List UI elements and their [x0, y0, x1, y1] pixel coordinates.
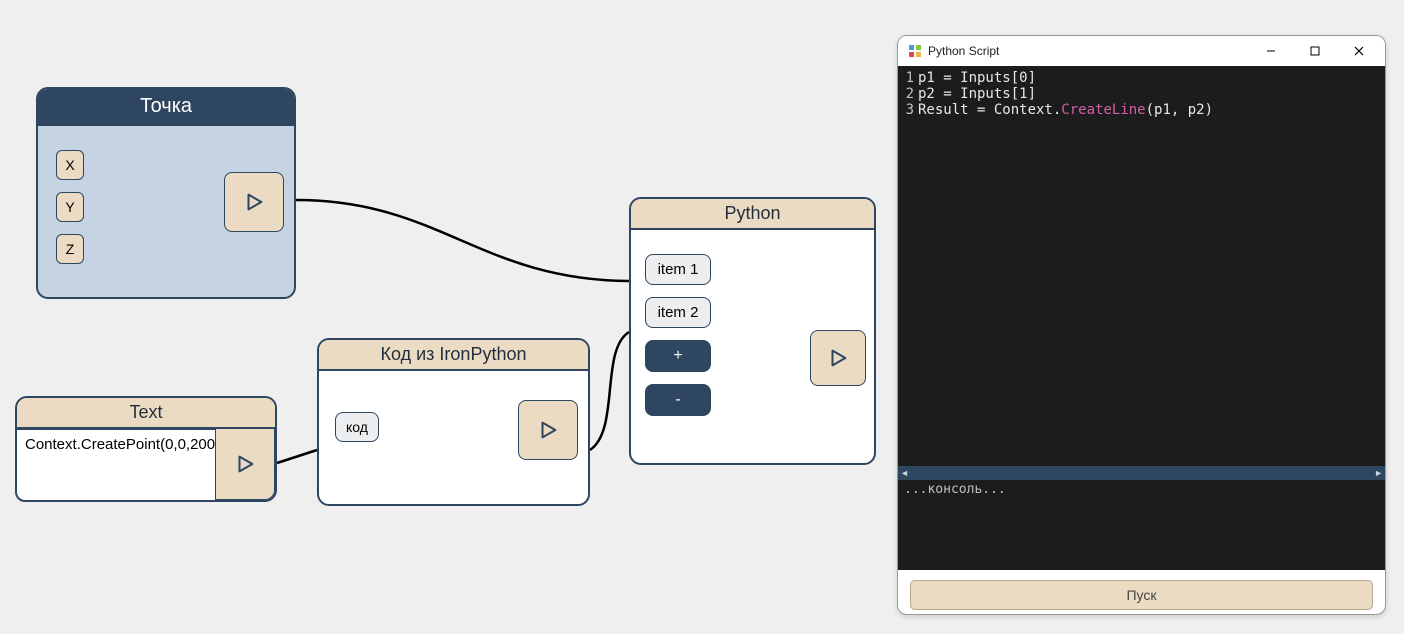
console-output[interactable]: ...консоль...: [898, 480, 1385, 570]
tochka-run-button[interactable]: [224, 172, 284, 232]
node-text[interactable]: Text Context.CreatePoint(0,0,200): [15, 396, 277, 502]
run-script-button[interactable]: Пуск: [910, 580, 1373, 610]
play-icon: [234, 453, 256, 475]
play-icon: [827, 347, 849, 369]
port-z[interactable]: Z: [56, 234, 84, 264]
node-tochka-title: Точка: [38, 89, 294, 126]
node-ironpython-title: Код из IronPython: [319, 340, 588, 371]
titlebar[interactable]: Python Script: [898, 36, 1385, 66]
minimize-button[interactable]: [1249, 36, 1293, 66]
python-item-2[interactable]: item 2: [645, 297, 711, 328]
horizontal-scrollbar[interactable]: ◄►: [898, 466, 1385, 480]
port-y[interactable]: Y: [56, 192, 84, 222]
code-editor[interactable]: 1p1 = Inputs[0] 2p2 = Inputs[1] 3Result …: [898, 66, 1385, 466]
text-run-button[interactable]: [215, 428, 275, 500]
node-python-title: Python: [631, 199, 874, 230]
minimize-icon: [1266, 46, 1276, 56]
line-number: 1: [898, 70, 918, 86]
play-icon: [537, 419, 559, 441]
maximize-icon: [1310, 46, 1320, 56]
app-icon: [908, 44, 922, 58]
node-text-title: Text: [17, 398, 275, 429]
text-value[interactable]: Context.CreatePoint(0,0,200): [15, 428, 217, 502]
code-chip[interactable]: код: [335, 412, 379, 442]
line-number: 3: [898, 102, 918, 118]
scroll-right-icon[interactable]: ►: [1374, 469, 1383, 478]
python-remove-button[interactable]: -: [645, 384, 711, 416]
close-button[interactable]: [1337, 36, 1381, 66]
python-run-button[interactable]: [810, 330, 866, 386]
port-x[interactable]: X: [56, 150, 84, 180]
maximize-button[interactable]: [1293, 36, 1337, 66]
window-title: Python Script: [928, 44, 1249, 58]
line-number: 2: [898, 86, 918, 102]
python-script-window[interactable]: Python Script 1p1 = Inputs[0] 2p2 = Inpu…: [897, 35, 1386, 615]
python-add-button[interactable]: +: [645, 340, 711, 372]
node-python[interactable]: Python item 1 item 2 + -: [629, 197, 876, 465]
play-icon: [243, 191, 265, 213]
scroll-left-icon[interactable]: ◄: [900, 469, 909, 478]
python-item-1[interactable]: item 1: [645, 254, 711, 285]
node-ironpython[interactable]: Код из IronPython код: [317, 338, 590, 506]
node-tochka[interactable]: Точка X Y Z: [36, 87, 296, 299]
close-icon: [1354, 46, 1364, 56]
ironpython-run-button[interactable]: [518, 400, 578, 460]
